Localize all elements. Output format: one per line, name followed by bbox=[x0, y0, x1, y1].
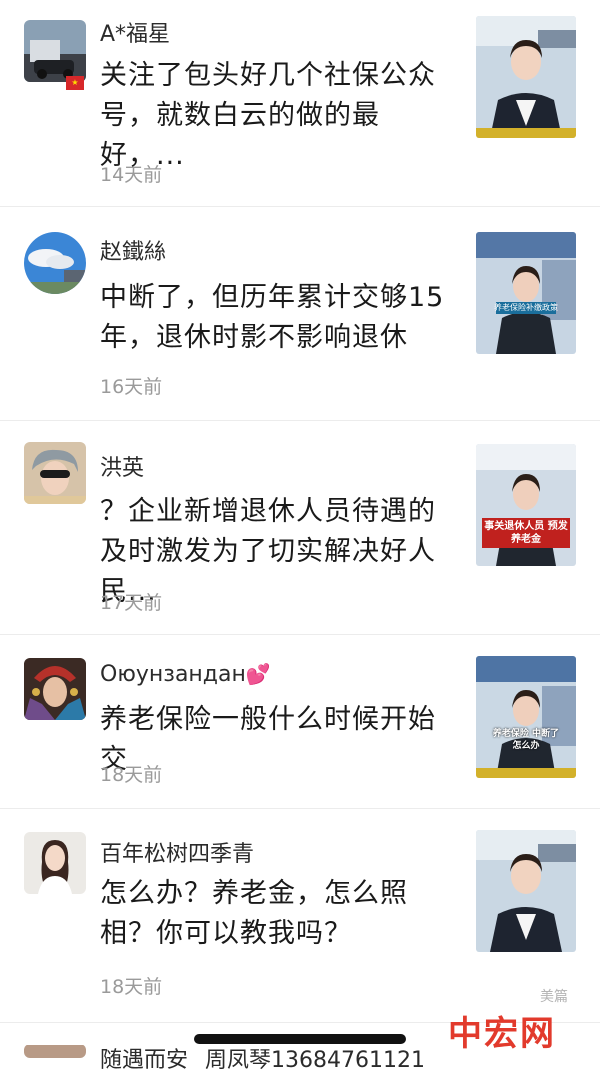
comment-time: 16天前 bbox=[100, 376, 163, 398]
flag-icon: ★ bbox=[66, 76, 84, 90]
comment-time: 18天前 bbox=[100, 764, 163, 786]
thumbnail-caption: 养老保险 中断了怎么办 bbox=[492, 729, 560, 751]
video-thumbnail[interactable] bbox=[476, 830, 576, 952]
comment-username[interactable]: 赵鐵絲 bbox=[100, 234, 166, 266]
avatar[interactable] bbox=[24, 20, 86, 82]
comment-time: 18天前 bbox=[100, 976, 163, 998]
avatar[interactable] bbox=[24, 232, 86, 294]
comment-time: 17天前 bbox=[100, 592, 163, 614]
comment-username[interactable]: 百年松树四季青 bbox=[100, 836, 254, 868]
comment-text: 周凤琴13684761121 bbox=[205, 1048, 425, 1073]
meipian-watermark: 美篇 bbox=[540, 989, 568, 1005]
thumbnail-caption: 养老保险补缴政策 bbox=[494, 303, 558, 312]
video-thumbnail[interactable]: 养老保险 中断了怎么办 bbox=[476, 656, 576, 778]
comment-item[interactable]: 百年松树四季青 怎么办？养老金，怎么照相？你可以教我吗？ 18天前 bbox=[0, 808, 600, 1023]
comment-text: 中断了，但历年累计交够15年，退休时影不影响退休 bbox=[100, 282, 445, 353]
avatar[interactable] bbox=[24, 832, 86, 894]
comment-item[interactable]: 赵鐵絲 中断了，但历年累计交够15年，退休时影不影响退休 16天前 养老保险补缴… bbox=[0, 206, 600, 421]
video-thumbnail[interactable] bbox=[476, 16, 576, 138]
comment-text: 怎么办？养老金，怎么照相？你可以教我吗？ bbox=[100, 878, 408, 949]
heart-icon: 💕 bbox=[245, 662, 271, 686]
thumbnail-caption: 事关退休人员 预发养老金 bbox=[484, 521, 568, 545]
comment-item[interactable]: ★ A*福星 关注了包头好几个社保公众号，就数白云的做的最好，... 14天前 bbox=[0, 0, 600, 207]
comment-item[interactable]: 洪英 ？企业新增退休人员待遇的及时激发为了切实解决好人民... 17天前 事关退… bbox=[0, 420, 600, 635]
comment-time: 14天前 bbox=[100, 164, 163, 186]
comment-username[interactable]: Оюунзандан💕 bbox=[100, 662, 271, 687]
comment-username[interactable]: A*福星 bbox=[100, 16, 170, 48]
comment-username[interactable]: 洪英 bbox=[100, 450, 144, 482]
comment-text: 关注了包头好几个社保公众号，就数白云的做的最好，... bbox=[100, 60, 436, 171]
comment-item[interactable]: Оюунзандан💕 养老保险一般什么时候开始交 18天前 养老保险 中断了怎… bbox=[0, 634, 600, 809]
home-indicator[interactable] bbox=[194, 1034, 406, 1044]
comment-username[interactable]: 随遇而安 周凤琴13684761121 bbox=[100, 1042, 425, 1074]
video-thumbnail[interactable]: 事关退休人员 预发养老金 bbox=[476, 444, 576, 566]
avatar[interactable] bbox=[24, 1044, 86, 1058]
brand-watermark: 中宏网 bbox=[448, 1014, 556, 1054]
video-thumbnail[interactable]: 养老保险补缴政策 bbox=[476, 232, 576, 354]
avatar[interactable] bbox=[24, 442, 86, 504]
avatar[interactable] bbox=[24, 658, 86, 720]
comment-username-text[interactable]: 随遇而安 bbox=[100, 1048, 188, 1073]
comment-username-text[interactable]: Оюунзандан bbox=[100, 662, 246, 687]
